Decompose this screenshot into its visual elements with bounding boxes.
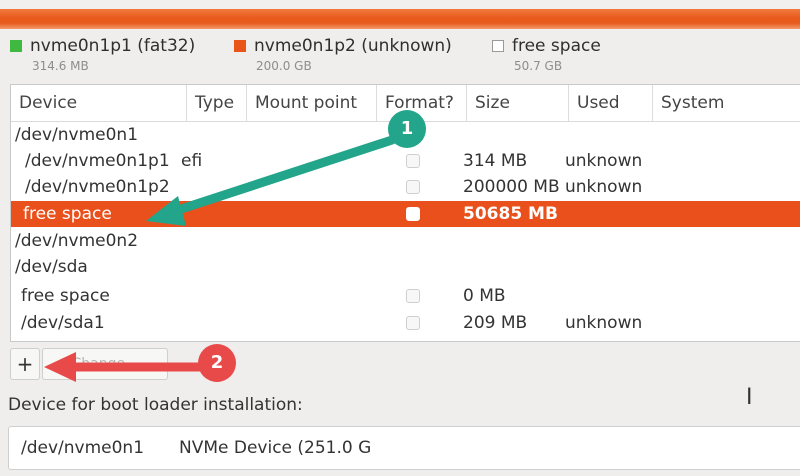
legend-label: free space	[512, 36, 601, 56]
boot-loader-label: Device for boot loader installation:	[8, 395, 303, 415]
legend-size: 200.0 GB	[256, 59, 312, 73]
table-row[interactable]: free space 0 MB	[11, 283, 800, 309]
column-header-mount-point[interactable]: Mount point	[247, 85, 377, 121]
device-cell: /dev/sda1	[21, 313, 105, 333]
column-header-format[interactable]: Format?	[377, 85, 467, 121]
used-cell: unknown	[565, 151, 643, 171]
legend-item-nvme0n1p1: nvme0n1p1 (fat32) 314.6 MB	[10, 36, 195, 80]
legend-label: nvme0n1p2 (unknown)	[254, 36, 452, 56]
size-cell: 0 MB	[463, 286, 506, 306]
device-cell: free space	[21, 286, 110, 306]
size-cell: 209 MB	[463, 313, 528, 333]
column-header-size[interactable]: Size	[467, 85, 569, 121]
used-cell: unknown	[565, 313, 643, 333]
column-header-used[interactable]: Used	[569, 85, 653, 121]
partition-usage-bar	[0, 0, 800, 30]
table-row[interactable]: /dev/sda	[11, 254, 800, 280]
change-partition-button[interactable]: Change...	[42, 348, 168, 380]
table-row[interactable]: /dev/nvme0n1p2 200000 MB unknown	[11, 174, 800, 200]
orange-swatch-icon	[234, 40, 246, 52]
legend-item-free-space: free space 50.7 GB	[492, 36, 601, 80]
step-badge-1: 1	[388, 110, 426, 148]
device-cell: /dev/nvme0n2	[15, 231, 139, 251]
add-partition-button[interactable]: +	[10, 348, 40, 380]
device-cell: /dev/nvme0n1	[15, 125, 139, 145]
device-cell: free space	[23, 204, 112, 224]
column-header-type[interactable]: Type	[187, 85, 247, 121]
table-row[interactable]: /dev/sda1 209 MB unknown	[11, 310, 800, 336]
legend-label: nvme0n1p1 (fat32)	[30, 36, 196, 56]
boot-device-path: /dev/nvme0n1	[21, 438, 145, 458]
text-cursor-icon: I	[746, 385, 753, 410]
used-cell: unknown	[565, 177, 643, 197]
column-header-system[interactable]: System	[653, 85, 800, 121]
format-checkbox[interactable]	[406, 289, 420, 303]
column-header-device[interactable]: Device	[11, 85, 187, 121]
device-cell: /dev/nvme0n1p2	[25, 177, 170, 197]
format-checkbox[interactable]	[406, 154, 420, 168]
green-swatch-icon	[10, 40, 22, 52]
format-checkbox[interactable]	[406, 180, 420, 194]
size-cell: 200000 MB	[463, 177, 560, 197]
legend-size: 314.6 MB	[32, 59, 89, 73]
device-cell: /dev/sda	[15, 257, 88, 277]
format-checkbox[interactable]	[406, 316, 420, 330]
boot-loader-device-select[interactable]: /dev/nvme0n1 NVMe Device (251.0 G	[8, 426, 800, 470]
format-checkbox[interactable]	[406, 207, 420, 221]
device-cell: /dev/nvme0n1p1	[25, 151, 170, 171]
partition-bar-fill	[0, 9, 800, 29]
type-cell: efi	[181, 151, 203, 171]
boot-device-description: NVMe Device (251.0 G	[179, 438, 372, 458]
size-cell: 50685 MB	[463, 204, 558, 224]
size-cell: 314 MB	[463, 151, 528, 171]
white-swatch-icon	[492, 40, 504, 52]
table-row[interactable]: /dev/nvme0n2	[11, 228, 800, 254]
step-badge-2: 2	[198, 344, 236, 382]
table-row-selected[interactable]: free space 50685 MB	[11, 201, 800, 227]
table-row[interactable]: /dev/nvme0n1p1 efi 314 MB unknown	[11, 148, 800, 174]
legend-size: 50.7 GB	[514, 59, 563, 73]
legend-item-nvme0n1p2: nvme0n1p2 (unknown) 200.0 GB	[234, 36, 452, 80]
